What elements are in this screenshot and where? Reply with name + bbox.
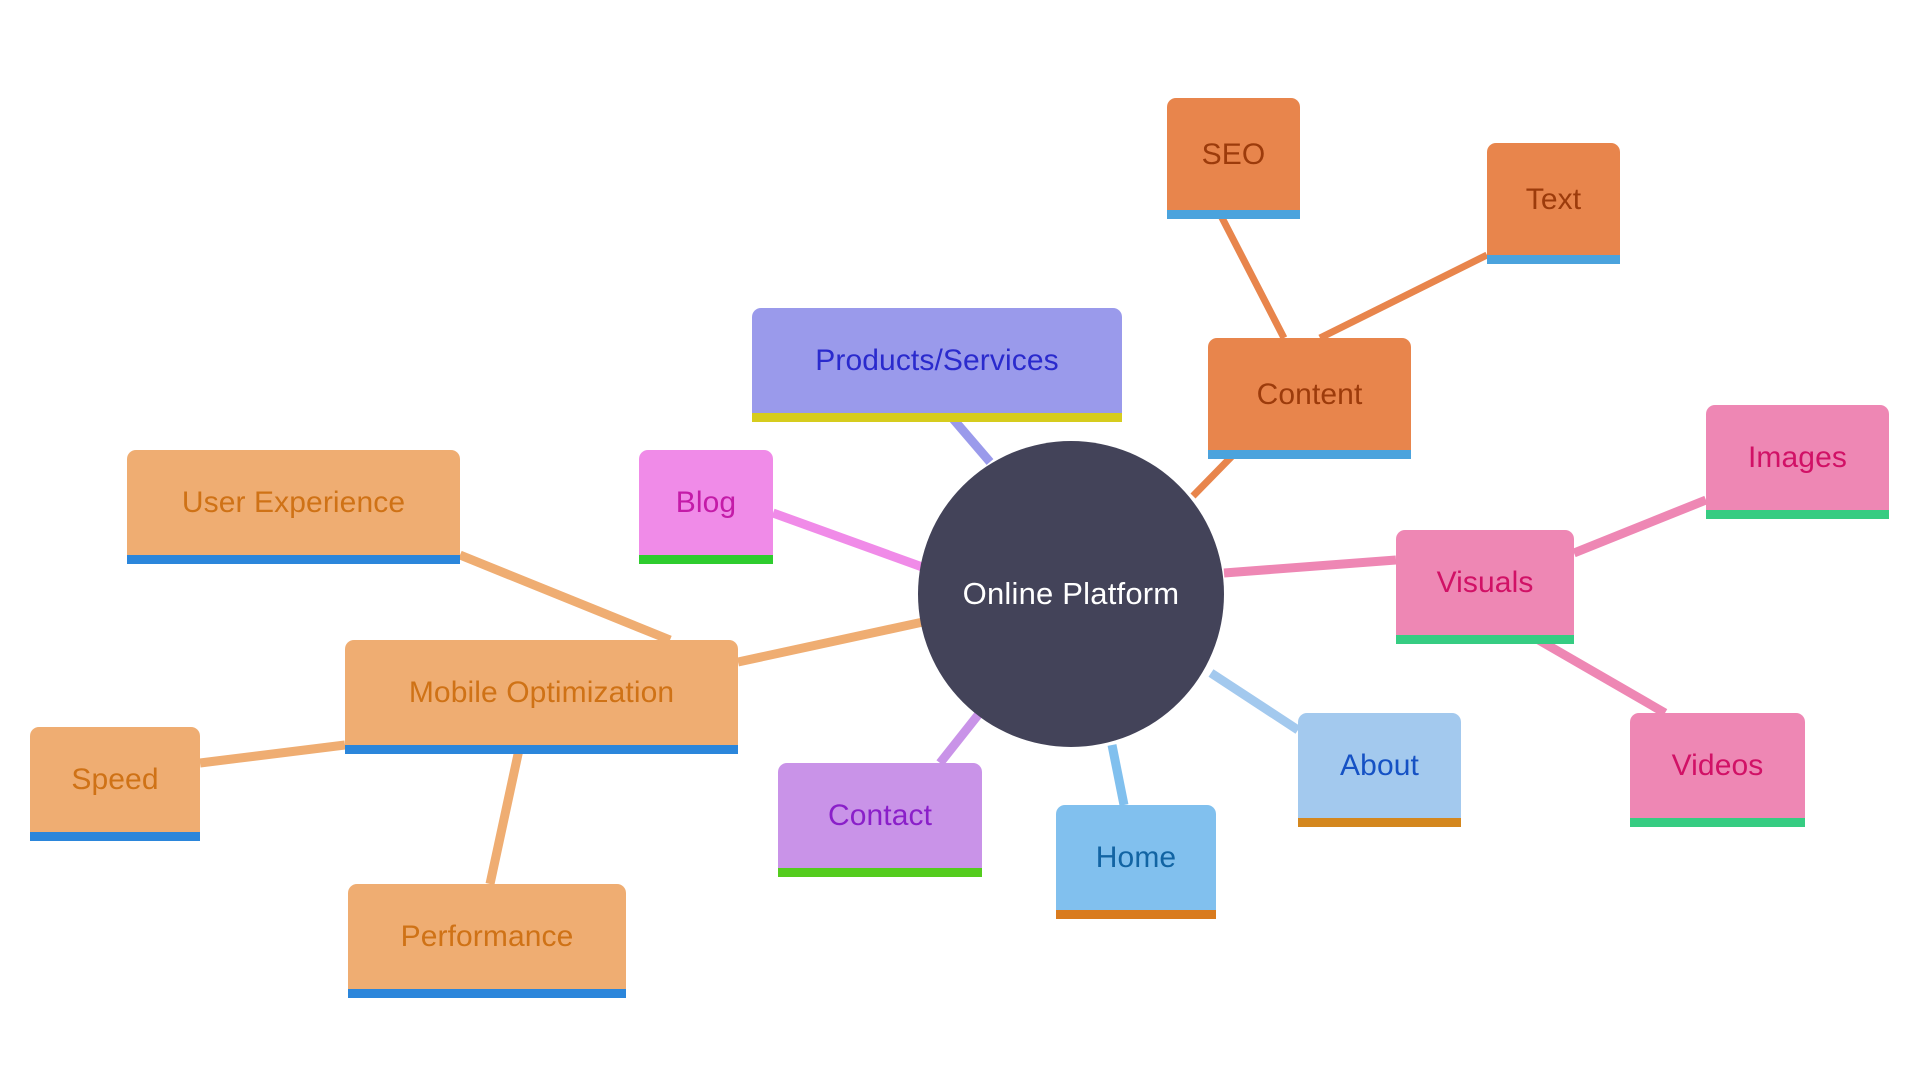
node-label-mobile-optimization: Mobile Optimization [408,676,675,709]
node-label-images: Images [1748,441,1847,474]
node-label-contact: Contact [827,799,933,832]
node-label-seo: SEO [1201,137,1266,171]
node-seo[interactable]: SEO [1167,98,1300,219]
node-home[interactable]: Home [1056,805,1216,919]
node-underline-mobile-optimization [345,745,738,754]
node-label-home: Home [1095,841,1177,874]
node-underline-user-experience [127,555,460,564]
node-underline-about [1298,818,1461,827]
node-label-speed: Speed [71,763,159,796]
root-node-online-platform[interactable]: Online Platform [918,441,1224,747]
edge-online-platform-to-mobile-optimization [737,617,924,667]
node-text[interactable]: Text [1487,143,1620,264]
node-underline-videos [1630,818,1805,827]
node-underline-speed [30,832,200,841]
node-performance[interactable]: Performance [348,884,626,998]
node-label-content: Content [1256,377,1363,411]
node-label-blog: Blog [675,486,737,519]
edge-content-to-text [1318,251,1489,342]
edge-online-platform-to-blog [771,508,927,573]
mindmap-canvas: Online Platform SEO Text Content Products/Se… [0,0,1920,1080]
edge-online-platform-to-home [1107,744,1129,806]
node-label-videos: Videos [1671,749,1764,782]
node-underline-text [1487,255,1620,264]
edge-online-platform-to-visuals [1223,555,1397,578]
node-underline-blog [639,555,773,564]
node-contact[interactable]: Contact [778,763,982,877]
node-underline-products-services [752,413,1122,422]
edge-mobile-optimization-to-performance [485,744,525,885]
root-node-label: Online Platform [962,576,1180,611]
node-user-experience[interactable]: User Experience [127,450,460,564]
node-underline-images [1706,510,1889,519]
node-label-about: About [1340,749,1419,782]
edge-online-platform-to-about [1208,669,1301,734]
edge-mobile-optimization-to-user-experience [458,550,672,645]
node-label-visuals: Visuals [1436,566,1534,599]
node-underline-seo [1167,210,1300,219]
node-label-text: Text [1525,182,1582,216]
node-content[interactable]: Content [1208,338,1411,459]
edge-visuals-to-images [1572,495,1708,558]
node-label-performance: Performance [400,920,574,953]
node-underline-visuals [1396,635,1574,644]
node-images[interactable]: Images [1706,405,1889,519]
node-blog[interactable]: Blog [639,450,773,564]
node-speed[interactable]: Speed [30,727,200,841]
node-underline-contact [778,868,982,877]
node-products-services[interactable]: Products/Services [752,308,1122,422]
node-label-user-experience: User Experience [181,486,406,519]
node-label-products-services: Products/Services [815,344,1059,377]
node-underline-home [1056,910,1216,919]
node-visuals[interactable]: Visuals [1396,530,1574,644]
edge-visuals-to-videos [1527,631,1668,717]
edge-online-platform-to-contact [936,707,986,766]
node-mobile-optimization[interactable]: Mobile Optimization [345,640,738,754]
node-videos[interactable]: Videos [1630,713,1805,827]
node-about[interactable]: About [1298,713,1461,827]
edge-content-to-seo [1214,208,1288,340]
edge-mobile-optimization-to-speed [199,740,346,768]
node-underline-performance [348,989,626,998]
node-underline-content [1208,450,1411,459]
